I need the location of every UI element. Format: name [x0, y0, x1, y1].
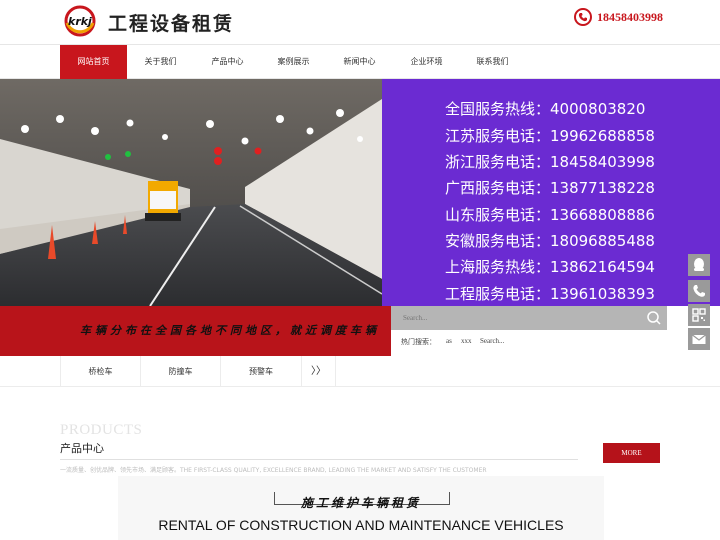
- hot-search-tag[interactable]: as: [446, 337, 452, 345]
- dispatch-strip: 车辆分布在全国各地不同地区，就近调度车辆: [0, 306, 391, 356]
- category-more-button[interactable]: 〉〉: [302, 356, 336, 387]
- hotline-item: 江苏服务电话：19962688858: [445, 127, 655, 145]
- qq-icon[interactable]: [688, 254, 710, 276]
- section-title-en: PRODUCTS: [60, 422, 143, 438]
- main-nav: 网站首页 关于我们 产品中心 案例展示 新闻中心 企业环境 联系我们: [0, 44, 720, 79]
- hotline-item: 山东服务电话：13668808886: [445, 206, 655, 224]
- tunnel-photo: [0, 79, 382, 306]
- phone-icon[interactable]: [688, 280, 710, 302]
- category-tabs: 桥检车 防撞车 预警车 〉〉: [0, 356, 720, 387]
- hero-banner: 全国服务热线：4000803820 江苏服务电话：19962688858 浙江服…: [0, 79, 720, 356]
- hotline-item: 工程服务电话：13961038393: [445, 285, 655, 303]
- nav-item-products[interactable]: 产品中心: [194, 45, 261, 79]
- nav-item-news[interactable]: 新闻中心: [326, 45, 393, 79]
- hotline-item: 上海服务热线：13862164594: [445, 258, 655, 276]
- hotline-item: 安徽服务电话：18096885488: [445, 232, 655, 250]
- header-phone[interactable]: 18458403998: [597, 10, 663, 25]
- search-icon[interactable]: [645, 309, 663, 327]
- rental-banner: 施工维护车辆租赁 RENTAL OF CONSTRUCTION AND MAIN…: [118, 476, 604, 540]
- category-tab[interactable]: 桥检车: [60, 356, 141, 387]
- rental-title-en: RENTAL OF CONSTRUCTION AND MAINTENANCE V…: [158, 517, 564, 533]
- dispatch-slogan: 车辆分布在全国各地不同地区，就近调度车辆: [80, 324, 380, 337]
- search-area: 热门搜索： as xxx Search...: [391, 306, 720, 356]
- hotline-panel: 全国服务热线：4000803820 江苏服务电话：19962688858 浙江服…: [382, 79, 720, 306]
- mail-icon[interactable]: [688, 328, 710, 350]
- category-tab[interactable]: 预警车: [221, 356, 302, 387]
- company-logo[interactable]: krkj: [62, 5, 98, 37]
- section-divider: [60, 459, 578, 460]
- hotline-item: 广西服务电话：13877138228: [445, 179, 655, 197]
- brand-title: 工程设备租赁: [108, 13, 235, 35]
- search-box: [391, 306, 667, 330]
- rental-title-cn: 施工维护车辆租赁: [300, 496, 421, 510]
- nav-item-contact[interactable]: 联系我们: [459, 45, 526, 79]
- section-description: 一流质量、创优品牌、领先市场、满足顾客。THE FIRST-CLASS QUAL…: [60, 467, 487, 474]
- more-button[interactable]: MORE: [603, 443, 660, 463]
- nav-item-cases[interactable]: 案例展示: [260, 45, 327, 79]
- hot-search-tag[interactable]: xxx: [461, 337, 472, 345]
- search-input[interactable]: [403, 312, 643, 324]
- nav-item-home[interactable]: 网站首页: [60, 45, 127, 79]
- nav-item-environment[interactable]: 企业环境: [393, 45, 460, 79]
- svg-text:krkj: krkj: [68, 15, 92, 28]
- nav-item-about[interactable]: 关于我们: [127, 45, 194, 79]
- site-header: krkj 工程设备租赁 18458403998: [0, 0, 720, 44]
- qrcode-icon[interactable]: [688, 304, 710, 326]
- hotline-item: 全国服务热线：4000803820: [445, 100, 646, 118]
- hot-search-tag[interactable]: Search...: [480, 337, 504, 345]
- section-title: 产品中心: [60, 442, 104, 455]
- page: krkj 工程设备租赁 18458403998 网站首页 关于我们 产品中心 案…: [0, 0, 720, 540]
- hot-search-label: 热门搜索：: [401, 338, 436, 346]
- phone-icon: [574, 8, 592, 26]
- hotline-item: 浙江服务电话：18458403998: [445, 153, 655, 171]
- category-tab[interactable]: 防撞车: [141, 356, 221, 387]
